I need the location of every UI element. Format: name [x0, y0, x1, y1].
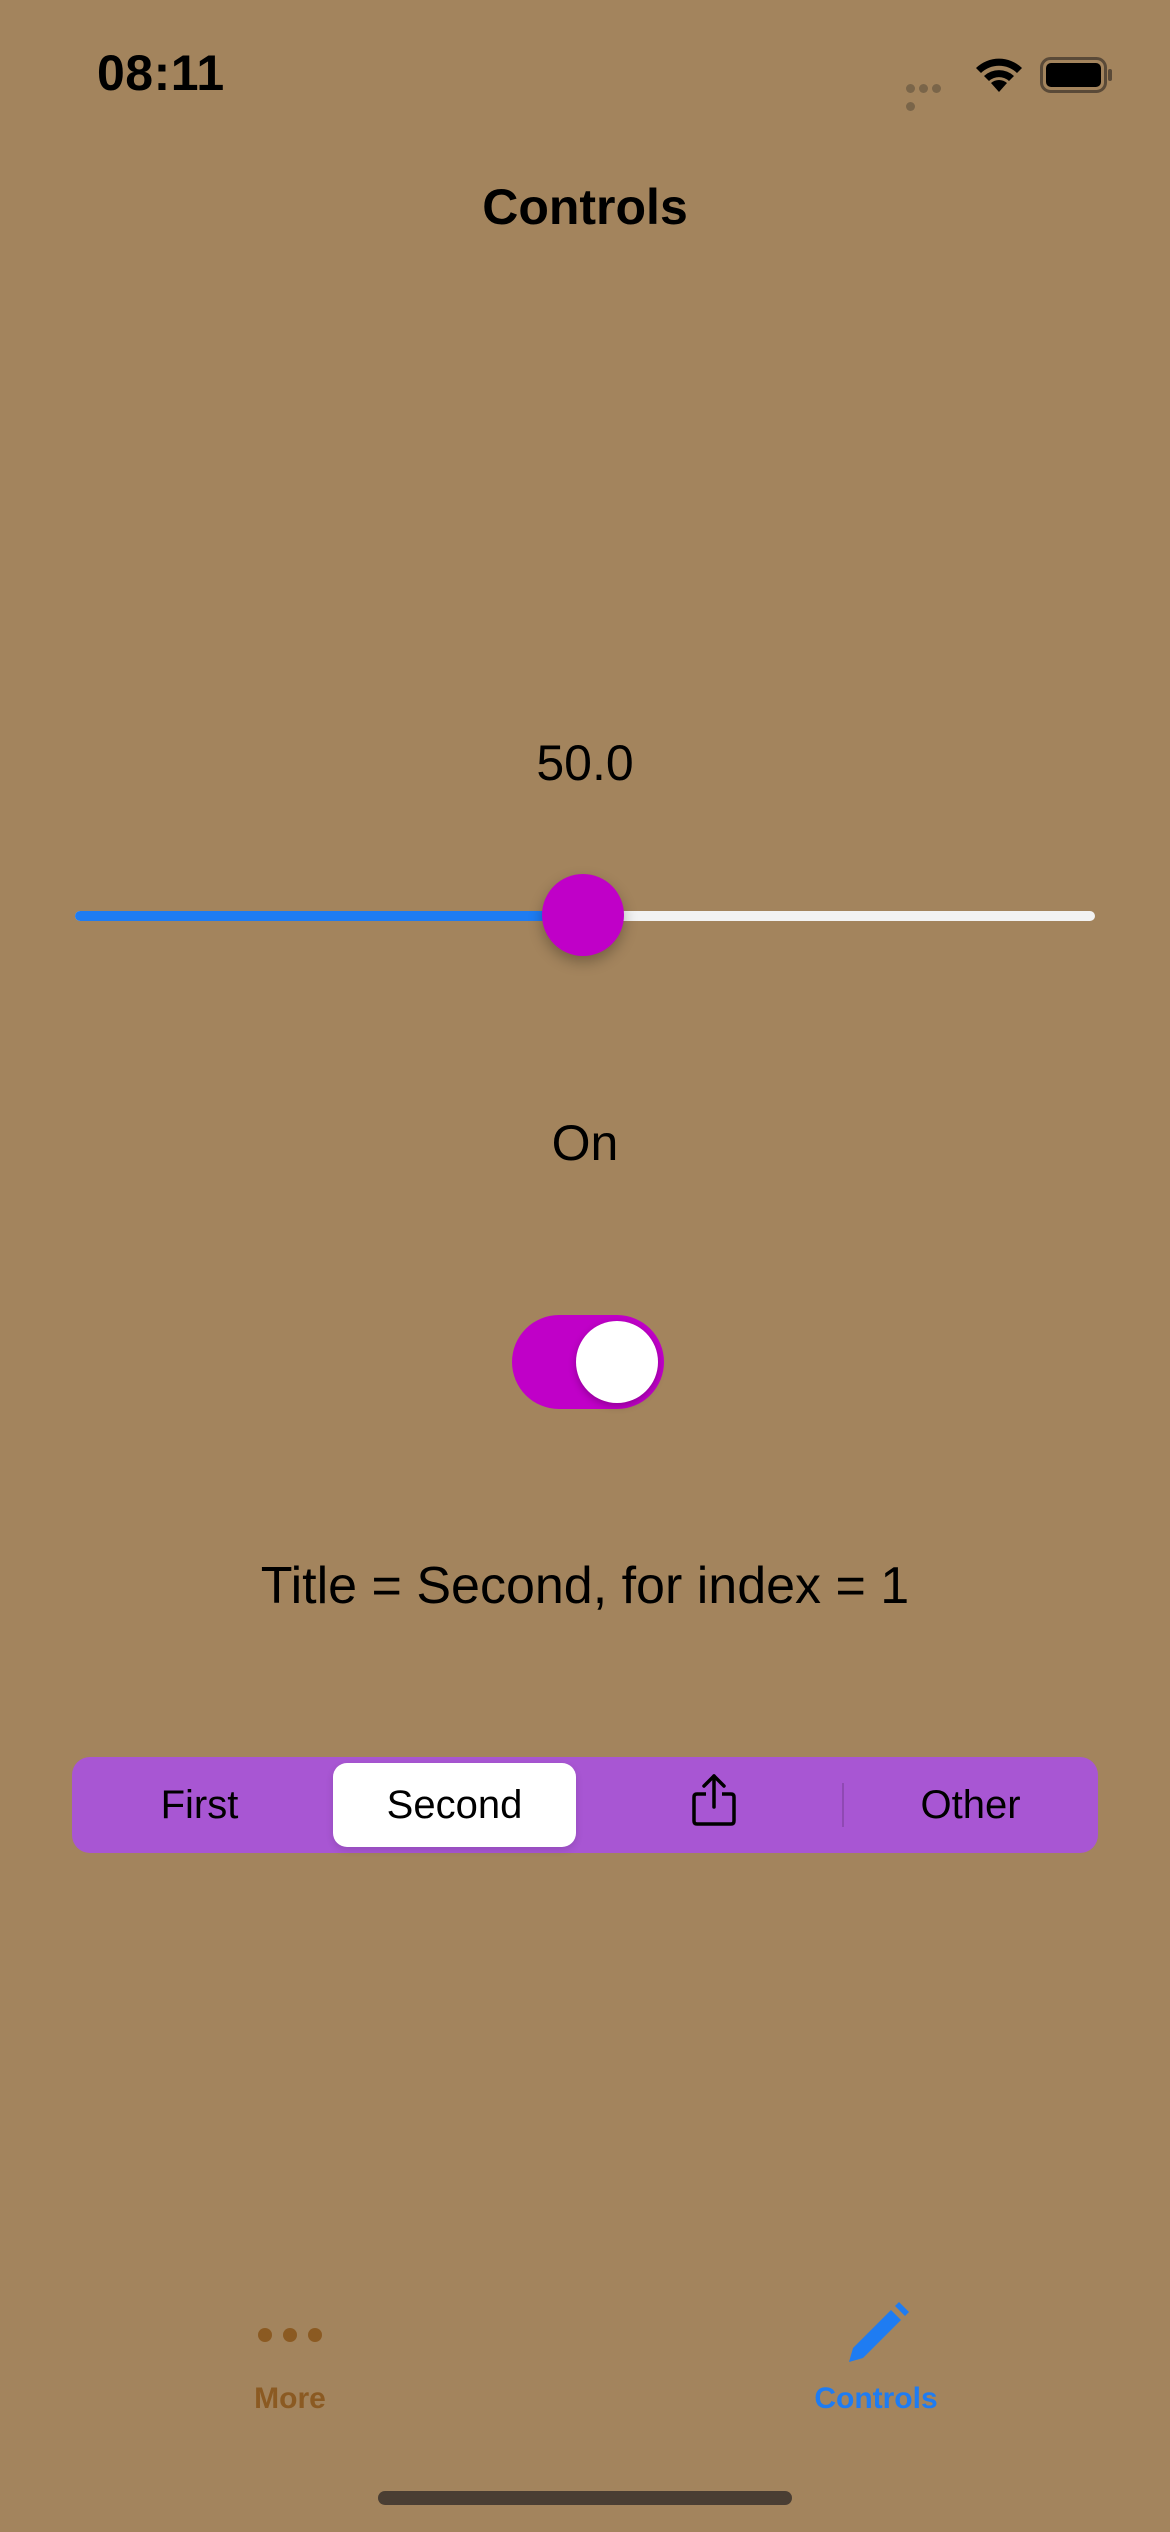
wifi-icon	[974, 56, 1024, 92]
slider-thumb[interactable]	[542, 874, 624, 956]
pencil-icon	[836, 2300, 916, 2370]
slider-fill	[75, 911, 583, 921]
home-indicator	[378, 2491, 792, 2505]
tab-more[interactable]: More	[140, 2300, 440, 2440]
tab-controls-label: Controls	[814, 2382, 938, 2415]
value-slider[interactable]	[75, 866, 1095, 966]
cellular-signal-icon	[906, 80, 956, 111]
segment-divider	[842, 1783, 844, 1827]
tab-more-label: More	[254, 2382, 326, 2415]
battery-icon	[1040, 57, 1114, 93]
segment-info-label: Title = Second, for index = 1	[260, 1557, 910, 1615]
page-title: Controls	[482, 179, 688, 235]
share-icon	[691, 1773, 737, 1837]
tab-controls[interactable]: Controls	[726, 2300, 1026, 2440]
segment-second[interactable]: Second	[333, 1763, 576, 1847]
segmented-control: First Second Other	[72, 1757, 1098, 1853]
toggle-knob	[576, 1321, 658, 1403]
toggle-switch[interactable]	[512, 1315, 664, 1409]
toggle-state-label: On	[551, 1115, 619, 1171]
slider-value-label: 50.0	[536, 735, 634, 791]
segment-other[interactable]: Other	[849, 1763, 1092, 1847]
ellipsis-icon	[250, 2300, 330, 2370]
segment-first[interactable]: First	[78, 1763, 321, 1847]
segment-share[interactable]	[592, 1763, 835, 1847]
status-time: 08:11	[97, 45, 225, 101]
